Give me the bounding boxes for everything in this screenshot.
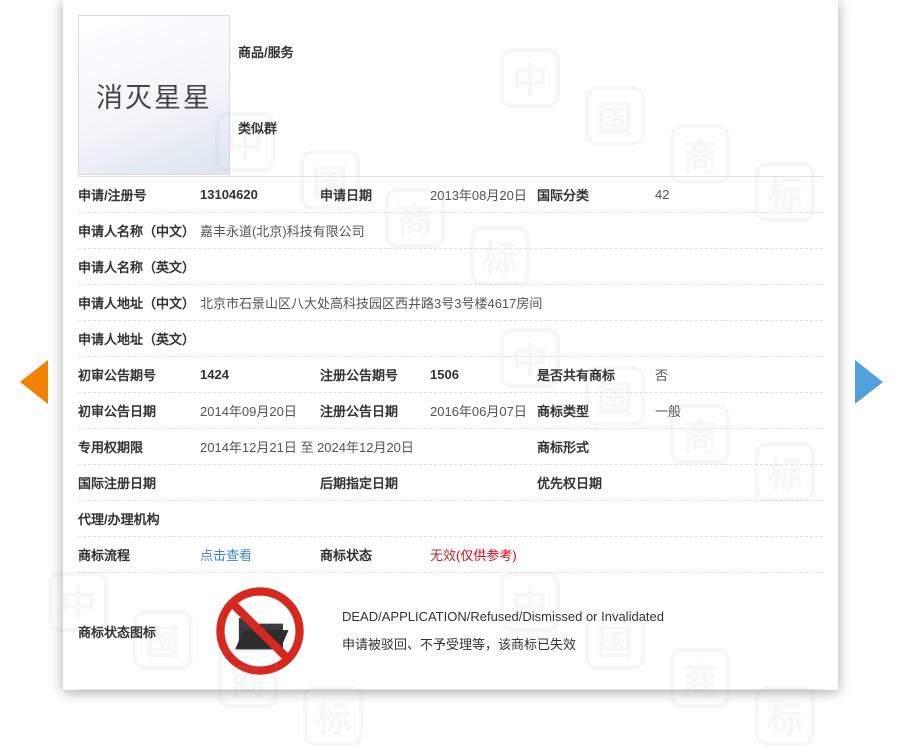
trademark-header-section: 消灭星星 商品/服务 类似群 bbox=[78, 0, 823, 176]
trademark-type-value: 一般 bbox=[655, 401, 823, 420]
apply-date-value: 2013年08月20日 bbox=[430, 185, 537, 204]
table-row-process-status: 商标流程 点击查看 商标状态 无效(仅供参考) bbox=[78, 537, 823, 573]
status-label: 商标状态 bbox=[320, 545, 430, 564]
table-row-registration: 申请/注册号 13104620 申请日期 2013年08月20日 国际分类 42 bbox=[78, 177, 823, 213]
reg-no-label: 申请/注册号 bbox=[78, 185, 200, 204]
table-row-agency: 代理/办理机构 bbox=[78, 501, 823, 537]
later-designation-date-label: 后期指定日期 bbox=[320, 473, 430, 492]
applicant-addr-cn-value: 北京市石景山区八大处高科技园区西井路3号3号楼4617房间 bbox=[200, 293, 823, 312]
prelim-gazette-date-value: 2014年09月20日 bbox=[200, 401, 320, 420]
table-row-applicant-name-en: 申请人名称（英文） bbox=[78, 249, 823, 285]
dead-status-prohibited-folder-icon bbox=[214, 585, 306, 677]
prelim-gazette-date-label: 初审公告日期 bbox=[78, 401, 200, 420]
applicant-addr-en-label: 申请人地址（英文） bbox=[78, 329, 200, 348]
trademark-header-fields: 商品/服务 类似群 bbox=[230, 15, 823, 176]
chevron-left-icon bbox=[20, 360, 48, 404]
prelim-gazette-no-value: 1424 bbox=[200, 367, 320, 382]
status-value: 无效(仅供参考) bbox=[430, 545, 823, 564]
table-row-gazette-date: 初审公告日期 2014年09月20日 注册公告日期 2016年06月07日 商标… bbox=[78, 393, 823, 429]
reg-gazette-no-label: 注册公告期号 bbox=[320, 365, 430, 384]
shared-trademark-label: 是否共有商标 bbox=[537, 365, 655, 384]
process-label: 商标流程 bbox=[78, 545, 200, 564]
prelim-gazette-no-label: 初审公告期号 bbox=[78, 365, 200, 384]
trademark-detail-card: 消灭星星 商品/服务 类似群 申请/注册号 13104620 申请日期 2013… bbox=[63, 0, 838, 690]
applicant-name-cn-label: 申请人名称（中文） bbox=[78, 221, 200, 240]
applicant-name-en-label: 申请人名称（英文） bbox=[78, 257, 200, 276]
trademark-info-table: 申请/注册号 13104620 申请日期 2013年08月20日 国际分类 42… bbox=[78, 176, 823, 690]
priority-date-label: 优先权日期 bbox=[537, 473, 655, 492]
watermark-glyph: 标 bbox=[303, 686, 363, 746]
trademark-type-label: 商标类型 bbox=[537, 401, 655, 420]
table-row-applicant-addr-cn: 申请人地址（中文） 北京市石景山区八大处高科技园区西井路3号3号楼4617房间 bbox=[78, 285, 823, 321]
table-row-intl-dates: 国际注册日期 后期指定日期 优先权日期 bbox=[78, 465, 823, 501]
goods-services-label: 商品/服务 bbox=[238, 42, 294, 61]
applicant-addr-cn-label: 申请人地址（中文） bbox=[78, 293, 200, 312]
similar-group-label: 类似群 bbox=[238, 118, 277, 137]
chevron-right-icon bbox=[855, 360, 883, 404]
status-value-main: 无效 bbox=[430, 548, 456, 563]
watermark-glyph: 标 bbox=[755, 686, 815, 746]
trademark-image-text: 消灭星星 bbox=[96, 76, 212, 115]
apply-date-label: 申请日期 bbox=[320, 185, 430, 204]
agency-label: 代理/办理机构 bbox=[78, 509, 200, 528]
table-row-exclusive-period: 专用权期限 2014年12月21日 至 2024年12月20日 商标形式 bbox=[78, 429, 823, 465]
intl-class-value: 42 bbox=[655, 187, 823, 202]
intl-class-label: 国际分类 bbox=[537, 185, 655, 204]
table-row-applicant-name-cn: 申请人名称（中文） 嘉丰永道(北京)科技有限公司 bbox=[78, 213, 823, 249]
reg-no-value: 13104620 bbox=[200, 187, 320, 202]
exclusive-period-value: 2014年12月21日 至 2024年12月20日 bbox=[200, 437, 537, 456]
status-description-en: DEAD/APPLICATION/Refused/Dismissed or In… bbox=[342, 609, 664, 624]
exclusive-period-label: 专用权期限 bbox=[78, 437, 200, 456]
status-description: DEAD/APPLICATION/Refused/Dismissed or In… bbox=[342, 599, 664, 663]
trademark-form-label: 商标形式 bbox=[537, 437, 655, 456]
reg-gazette-date-value: 2016年06月07日 bbox=[430, 401, 537, 420]
shared-trademark-value: 否 bbox=[655, 365, 823, 384]
status-value-note: (仅供参考) bbox=[456, 548, 517, 563]
status-icon-label: 商标状态图标 bbox=[78, 622, 200, 641]
applicant-name-cn-value: 嘉丰永道(北京)科技有限公司 bbox=[200, 221, 823, 240]
next-arrow-button[interactable] bbox=[855, 360, 883, 404]
status-description-cn: 申请被驳回、不予受理等，该商标已失效 bbox=[342, 634, 664, 653]
trademark-image: 消灭星星 bbox=[78, 15, 230, 175]
table-row-gazette-no: 初审公告期号 1424 注册公告期号 1506 是否共有商标 否 bbox=[78, 357, 823, 393]
table-row-applicant-addr-en: 申请人地址（英文） bbox=[78, 321, 823, 357]
process-view-link[interactable]: 点击查看 bbox=[200, 545, 320, 564]
reg-gazette-date-label: 注册公告日期 bbox=[320, 401, 430, 420]
intl-reg-date-label: 国际注册日期 bbox=[78, 473, 200, 492]
reg-gazette-no-value: 1506 bbox=[430, 367, 537, 382]
previous-arrow-button[interactable] bbox=[20, 360, 48, 404]
table-row-status-icon: 商标状态图标 DEAD/APPLICATION/Refused/Dismisse… bbox=[78, 573, 823, 690]
